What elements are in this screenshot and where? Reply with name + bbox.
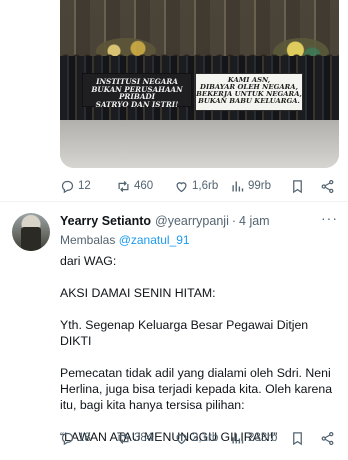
tweet-action-bar: 12 460 1,6rb 99rb: [60, 176, 336, 196]
like-count: 2,1rb: [192, 432, 219, 444]
tweet-paragraph: Yth. Segenap Keluarga Besar Pegawai Ditj…: [60, 318, 309, 348]
tweet-photo[interactable]: INSTITUSI NEGARA BUKAN PERUSAHAAN PRIBAD…: [60, 0, 339, 168]
share-button[interactable]: [320, 431, 336, 446]
replying-to: Membalas @zanatul_91: [60, 233, 190, 247]
tweet-action-bar: 18 384 2,1rb 233rb: [60, 428, 336, 448]
more-options-icon[interactable]: ···: [321, 210, 338, 226]
repost-icon: [118, 432, 129, 444]
views-button[interactable]: 99rb: [230, 179, 290, 194]
separator-dot: ·: [231, 214, 237, 228]
repost-button[interactable]: 384: [116, 431, 174, 446]
tweet-paragraph: AKSI DAMAI SENIN HITAM:: [60, 286, 216, 300]
like-button[interactable]: 2,1rb: [174, 431, 230, 446]
like-button[interactable]: 1,6rb: [174, 179, 230, 194]
like-count: 1,6rb: [192, 180, 219, 192]
reply-button[interactable]: 18: [60, 431, 116, 446]
views-button[interactable]: 233rb: [230, 431, 290, 446]
bookmark-button[interactable]: [290, 179, 320, 194]
reply-count: 12: [78, 180, 91, 192]
repost-icon: [118, 180, 129, 192]
views-count: 99rb: [248, 180, 272, 192]
protest-banner-right: KAMI ASN, DIBAYAR OLEH NEGARA, BEKERJA U…: [195, 73, 303, 111]
author-handle[interactable]: @yearrypanji: [155, 214, 229, 228]
reply-count: 18: [78, 432, 91, 444]
tweet-paragraph: Pemecatan tidak adil yang dialami oleh S…: [60, 366, 333, 412]
reply-icon: [61, 180, 74, 193]
views-chart-icon: [232, 181, 244, 191]
views-count: 233rb: [248, 432, 278, 444]
reply-button[interactable]: 12: [60, 179, 116, 194]
author-name[interactable]: Yearry Setianto: [60, 214, 151, 228]
avatar[interactable]: [12, 213, 50, 251]
tweet-divider: [0, 201, 348, 202]
heart-icon: [176, 433, 187, 444]
repost-button[interactable]: 460: [116, 179, 174, 194]
bookmark-icon: [293, 179, 302, 193]
repost-count: 460: [134, 180, 154, 192]
replying-to-link[interactable]: @zanatul_91: [119, 233, 190, 247]
share-icon: [321, 179, 334, 193]
share-button[interactable]: [320, 179, 336, 194]
share-icon: [321, 431, 334, 445]
bookmark-icon: [293, 431, 302, 445]
tweet-header: Yearry Setianto @yearrypanji · 4 jam: [60, 214, 270, 228]
views-chart-icon: [232, 433, 244, 443]
repost-count: 384: [134, 432, 154, 444]
replying-prefix: Membalas: [60, 233, 116, 247]
timeline: INSTITUSI NEGARA BUKAN PERUSAHAAN PRIBAD…: [0, 0, 348, 460]
protest-banner-left: INSTITUSI NEGARA BUKAN PERUSAHAAN PRIBAD…: [82, 73, 192, 108]
timestamp[interactable]: 4 jam: [239, 214, 270, 228]
heart-icon: [176, 181, 187, 192]
tweet-paragraph: dari WAG:: [60, 254, 117, 268]
bookmark-button[interactable]: [290, 431, 320, 446]
reply-icon: [61, 432, 74, 445]
